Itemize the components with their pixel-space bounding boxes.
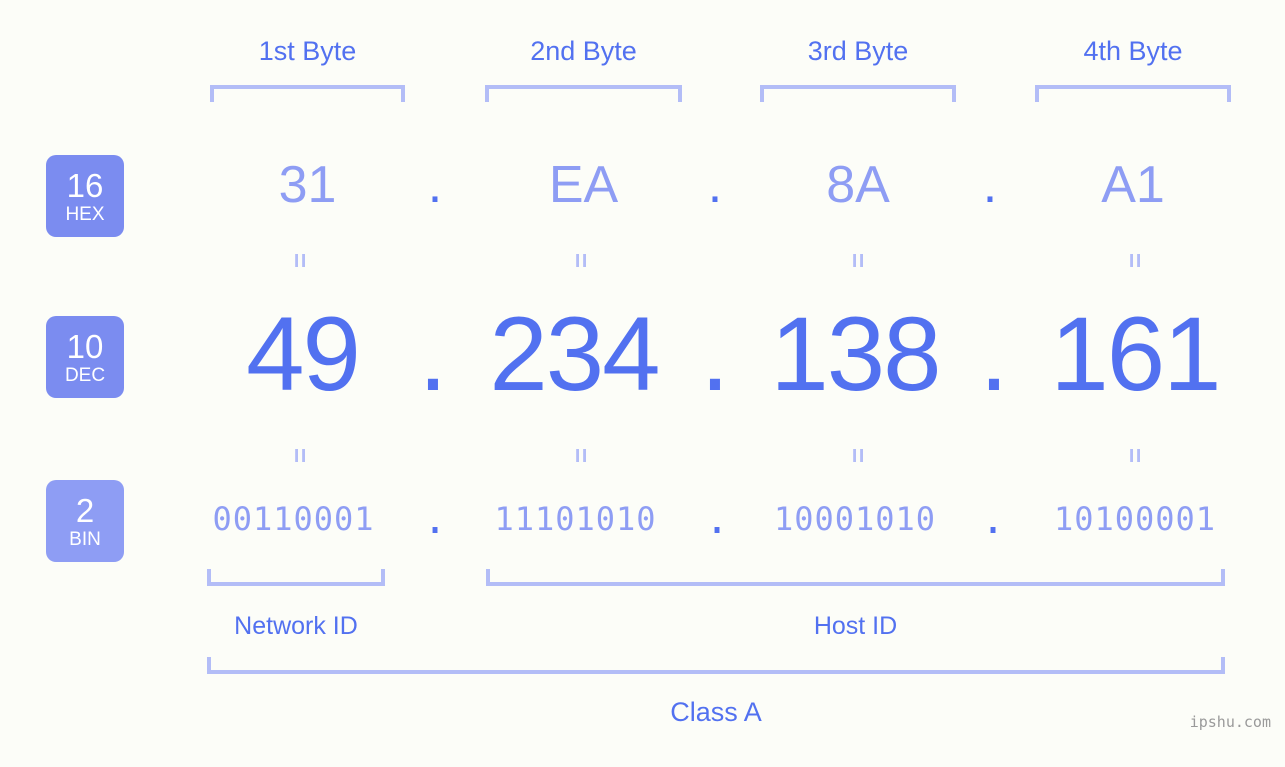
dec-octet-3: 138 — [770, 296, 941, 413]
hex-separator-1: . — [427, 156, 443, 214]
base-badge-bin: 2 BIN — [46, 480, 124, 562]
dec-separator-3: . — [979, 296, 1009, 413]
bin-separator-3: . — [980, 497, 1006, 543]
dec-octet-4: 161 — [1050, 296, 1221, 413]
dec-octet-1: 49 — [246, 296, 361, 413]
base-badge-bin-system: BIN — [69, 528, 101, 550]
byte-header-label-2: 2nd Byte — [530, 36, 637, 66]
ip-class-bracket — [207, 657, 1225, 674]
byte-bracket-top-1 — [210, 85, 405, 102]
hex-separator-3: . — [982, 156, 998, 214]
equals-icon-hex-dec-4: = — [1120, 252, 1151, 269]
bin-octet-4: 10100001 — [1053, 500, 1217, 538]
bin-separator-1: . — [422, 497, 448, 543]
equals-icon-hex-dec-3: = — [843, 252, 874, 269]
bin-octet-2: 11101010 — [494, 500, 657, 538]
network-id-label: Network ID — [234, 612, 358, 640]
host-id-label: Host ID — [813, 612, 898, 640]
dec-octet-2: 234 — [489, 296, 660, 413]
dec-separator-2: . — [700, 296, 730, 413]
byte-bracket-top-3 — [760, 85, 956, 102]
base-badge-dec-number: 10 — [66, 327, 104, 365]
base-badge-bin-number: 2 — [75, 491, 95, 529]
bin-octet-1: 00110001 — [212, 500, 375, 538]
network-id-bracket — [207, 569, 385, 586]
byte-header-label-4: 4th Byte — [1083, 36, 1183, 66]
equals-icon-hex-dec-1: = — [285, 252, 316, 269]
base-badge-dec-system: DEC — [64, 364, 106, 386]
dec-separator-1: . — [418, 296, 448, 413]
hex-octet-1: 31 — [278, 156, 337, 214]
equals-icon-dec-bin-1: = — [285, 447, 316, 464]
ip-class-label: Class A — [670, 697, 762, 727]
byte-header-label-1: 1st Byte — [258, 36, 357, 66]
base-badge-hex-system: HEX — [65, 203, 105, 225]
host-id-bracket — [486, 569, 1225, 586]
byte-bracket-top-4 — [1035, 85, 1231, 102]
equals-icon-hex-dec-2: = — [566, 252, 597, 269]
base-badge-hex-number: 16 — [66, 166, 104, 204]
equals-icon-dec-bin-4: = — [1120, 447, 1151, 464]
hex-octet-3: 8A — [826, 156, 890, 214]
byte-bracket-top-2 — [485, 85, 682, 102]
equals-icon-dec-bin-2: = — [566, 447, 597, 464]
bin-octet-3: 10001010 — [773, 500, 937, 538]
site-watermark: ipshu.com — [1189, 713, 1271, 731]
base-badge-hex: 16 HEX — [46, 155, 124, 237]
equals-icon-dec-bin-3: = — [843, 447, 874, 464]
bin-separator-2: . — [704, 497, 730, 543]
base-badge-dec: 10 DEC — [46, 316, 124, 398]
ip-address-diagram: 1st Byte 2nd Byte 3rd Byte 4th Byte 16 H… — [0, 0, 1285, 767]
hex-separator-2: . — [707, 156, 723, 214]
hex-octet-4: A1 — [1101, 156, 1165, 214]
byte-header-label-3: 3rd Byte — [807, 36, 909, 66]
hex-octet-2: EA — [548, 156, 619, 214]
